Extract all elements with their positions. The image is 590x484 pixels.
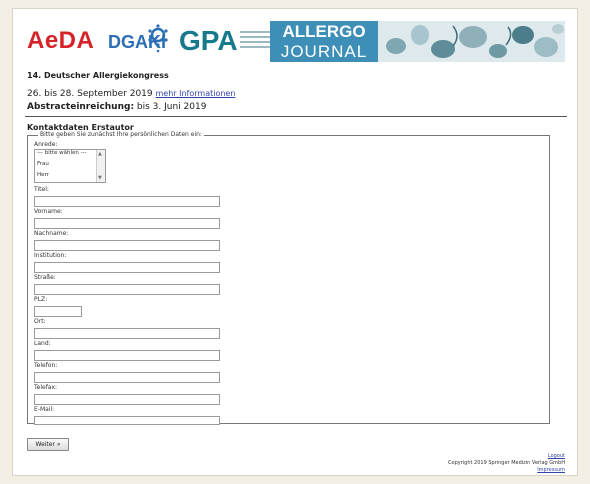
copyright-text: Copyright 2019 Springer Medizin Verlag G… [448, 460, 565, 466]
email-label: E-Mail: [34, 406, 55, 413]
ort-label: Ort: [34, 318, 46, 325]
header-banner: AeDA DGAKI GPA ALLERGO JOURNAL [25, 17, 565, 63]
footer: Logout Copyright 2019 Springer Medizin V… [448, 453, 565, 474]
anrede-select[interactable]: --- bitte wählen --- Frau Herr ▲ ▼ [34, 149, 106, 183]
nachname-label: Nachname: [34, 230, 69, 237]
institution-input[interactable] [34, 262, 220, 273]
telefon-input[interactable] [34, 372, 220, 383]
aeda-logo: AeDA [27, 27, 95, 54]
gpa-logo: GPA [179, 25, 238, 56]
titel-label: Titel: [34, 186, 49, 193]
telefax-label: Telefax: [34, 384, 58, 391]
divider [25, 116, 567, 117]
congress-dates-line: 26. bis 28. September 2019 mehr Informat… [27, 89, 235, 99]
anrede-option[interactable]: --- bitte wählen --- [35, 150, 105, 161]
telefon-label: Telefon: [34, 362, 58, 369]
strasse-label: Straße: [34, 274, 56, 281]
anrede-option[interactable]: Herr [35, 172, 105, 182]
ort-input[interactable] [34, 328, 220, 339]
congress-dates: 26. bis 28. September 2019 [27, 89, 153, 99]
strasse-input[interactable] [34, 284, 220, 295]
titel-input[interactable] [34, 196, 220, 207]
allergo-logo-bottom: JOURNAL [280, 42, 368, 61]
plz-label: PLZ: [34, 296, 48, 303]
vorname-input[interactable] [34, 218, 220, 229]
land-label: Land: [34, 340, 51, 347]
land-input[interactable] [34, 350, 220, 361]
institution-label: Institution: [34, 252, 67, 259]
nachname-input[interactable] [34, 240, 220, 251]
fieldset-legend: Bitte geben Sie zunächst Ihre persönlich… [38, 131, 204, 138]
plz-input[interactable] [34, 306, 82, 317]
vorname-label: Vorname: [34, 208, 63, 215]
gpa-subtitle-graphic [240, 31, 270, 53]
allergo-journal-logo: ALLERGO JOURNAL [270, 21, 378, 62]
page-container: AeDA DGAKI GPA ALLERGO JOURNAL 14. Deuts… [12, 8, 578, 476]
scroll-up-icon: ▲ [98, 151, 102, 157]
anrede-scrollbar[interactable]: ▲ ▼ [96, 150, 105, 182]
scroll-down-icon: ▼ [98, 175, 102, 181]
impressum-link[interactable]: Impressum [448, 467, 565, 474]
anrede-label: Anrede: [34, 141, 58, 148]
anrede-option[interactable]: Frau [35, 161, 105, 172]
telefax-input[interactable] [34, 394, 220, 405]
congress-title: 14. Deutscher Allergiekongress [27, 71, 169, 80]
email-input[interactable] [34, 416, 220, 425]
abstract-deadline-line: Abstracteinreichung: bis 3. Juni 2019 [27, 102, 206, 112]
allergo-logo-top: ALLERGO [282, 22, 366, 41]
personal-data-fieldset: Bitte geben Sie zunächst Ihre persönlich… [27, 131, 550, 425]
abstract-deadline: bis 3. Juni 2019 [136, 102, 207, 112]
logout-link[interactable]: Logout [448, 453, 565, 460]
dgaki-star-icon [148, 24, 168, 53]
abstract-label: Abstracteinreichung: [27, 102, 135, 112]
pollen-illustration [378, 21, 565, 62]
more-info-link[interactable]: mehr Informationen [156, 89, 236, 98]
next-button[interactable]: Weiter » [27, 438, 69, 451]
